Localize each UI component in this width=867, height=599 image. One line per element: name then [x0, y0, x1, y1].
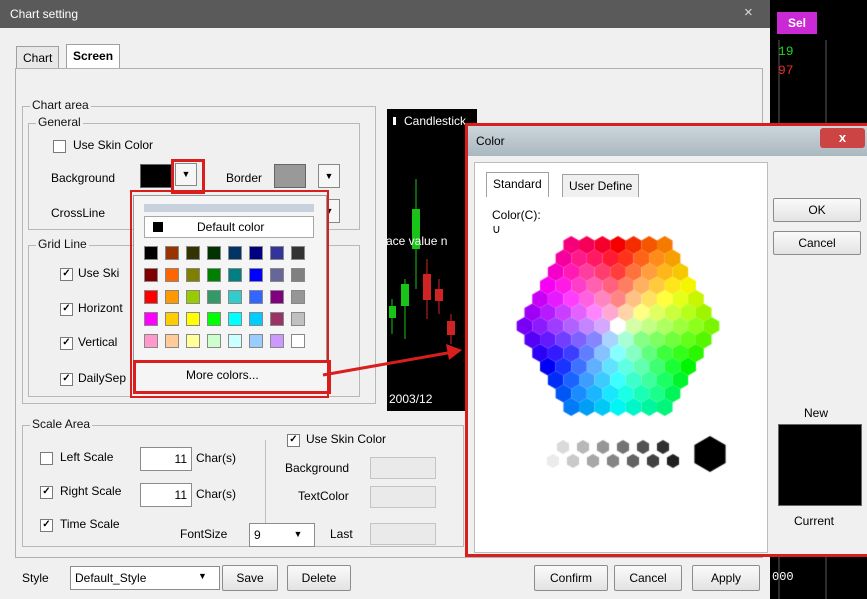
left-scale-checkbox[interactable] — [40, 452, 53, 465]
scale-use-skin-checkbox[interactable]: ✓ — [287, 434, 300, 447]
price-value: 19 — [778, 44, 794, 59]
last-select[interactable] — [370, 523, 436, 545]
scale-background-select[interactable] — [370, 457, 436, 479]
background-color-swatch[interactable] — [140, 164, 172, 188]
scale-use-skin-label: Use Skin Color — [306, 432, 387, 446]
last-label: Last — [330, 527, 353, 541]
tab-standard[interactable]: Standard — [486, 172, 549, 197]
left-scale-input[interactable]: 11 — [140, 447, 192, 471]
grid-item-label: DailySep — [78, 371, 127, 385]
chevron-down-icon[interactable]: ▼ — [289, 524, 307, 544]
price-value: 97 — [778, 63, 794, 78]
use-skin-color-label: Use Skin Color — [73, 138, 154, 152]
vertical-checkbox[interactable]: ✓ — [60, 337, 73, 350]
candle — [423, 274, 431, 300]
series-marker — [393, 117, 396, 125]
chevron-down-icon[interactable]: ▼ — [198, 571, 207, 581]
color-dialog-title-bar: Color x — [468, 126, 867, 156]
grid-use-skin-checkbox[interactable]: ✓ — [60, 268, 73, 281]
sell-button[interactable]: Sel — [777, 12, 817, 34]
current-label: Current — [794, 514, 835, 528]
title-bar: Chart setting × — [0, 0, 770, 28]
style-label: Style — [22, 571, 49, 585]
arrow-connector — [322, 344, 462, 377]
preview-text: ace value n — [386, 234, 448, 248]
candle — [389, 306, 396, 318]
tab-chart[interactable]: Chart — [16, 46, 60, 69]
color-dialog: Color x Standard User Define Color(C): ∪… — [465, 123, 867, 557]
volume-value: 000 — [772, 570, 794, 584]
grayscale-picker[interactable] — [498, 431, 738, 477]
candle — [401, 284, 409, 306]
color-cancel-button[interactable]: Cancel — [773, 231, 861, 255]
scale-area-label: Scale Area — [30, 417, 93, 431]
daily-sep-checkbox[interactable]: ✓ — [60, 373, 73, 386]
right-scale-label: Right Scale — [60, 484, 122, 498]
scale-background-label: Background — [285, 461, 350, 475]
time-scale-label: Time Scale — [60, 517, 120, 531]
textcolor-select[interactable] — [370, 486, 436, 508]
time-scale-checkbox[interactable]: ✓ — [40, 519, 53, 532]
window-title: Chart setting — [10, 7, 79, 21]
background-dropdown-button[interactable]: ▼ — [175, 163, 197, 186]
border-label: Border — [226, 171, 263, 185]
textcolor-label: TextColor — [298, 489, 349, 503]
close-icon[interactable]: x — [820, 128, 865, 148]
color-hexagon-picker[interactable] — [498, 226, 738, 426]
ok-button[interactable]: OK — [773, 198, 861, 222]
style-value: Default_Style — [75, 571, 147, 585]
color-dialog-title: Color — [476, 134, 505, 148]
right-scale-input[interactable]: 11 — [140, 483, 192, 507]
border-color-swatch[interactable] — [274, 164, 306, 188]
general-label: General — [36, 115, 83, 129]
fontsize-value: 9 — [254, 528, 261, 542]
grid-item-label: Horizont — [78, 301, 123, 315]
close-icon[interactable]: × — [744, 4, 753, 21]
candle — [447, 321, 455, 335]
use-skin-color-checkbox[interactable] — [53, 140, 66, 153]
apply-button[interactable]: Apply — [692, 565, 760, 591]
confirm-button[interactable]: Confirm — [534, 565, 608, 591]
preview-title: Candlestick — [404, 114, 467, 128]
grid-item-label: Use Ski — [78, 266, 120, 280]
right-scale-checkbox[interactable]: ✓ — [40, 486, 53, 499]
left-scale-label: Left Scale — [60, 450, 114, 464]
grid-line-label: Grid Line — [36, 237, 89, 251]
chars-label: Char(s) — [196, 487, 237, 501]
chart-area-label: Chart area — [30, 98, 91, 112]
save-button[interactable]: Save — [222, 565, 278, 591]
tab-screen[interactable]: Screen — [66, 44, 121, 69]
preview-date: 2003/12 — [389, 392, 433, 406]
tab-user-define[interactable]: User Define — [562, 174, 640, 197]
border-dropdown-button[interactable]: ▼ — [318, 164, 340, 188]
background-label: Background — [51, 171, 116, 185]
horizontal-checkbox[interactable]: ✓ — [60, 303, 73, 316]
new-label: New — [804, 406, 829, 420]
candle — [435, 289, 443, 301]
delete-button[interactable]: Delete — [287, 565, 351, 591]
chars-label: Char(s) — [196, 451, 237, 465]
color-label: Color(C): — [492, 208, 541, 222]
crossline-label: CrossLine — [51, 206, 106, 220]
grid-item-label: Vertical — [78, 335, 118, 349]
fontsize-label: FontSize — [180, 527, 228, 541]
cancel-button[interactable]: Cancel — [614, 565, 682, 591]
popup-highlight — [130, 190, 329, 398]
new-color-preview — [778, 424, 862, 506]
